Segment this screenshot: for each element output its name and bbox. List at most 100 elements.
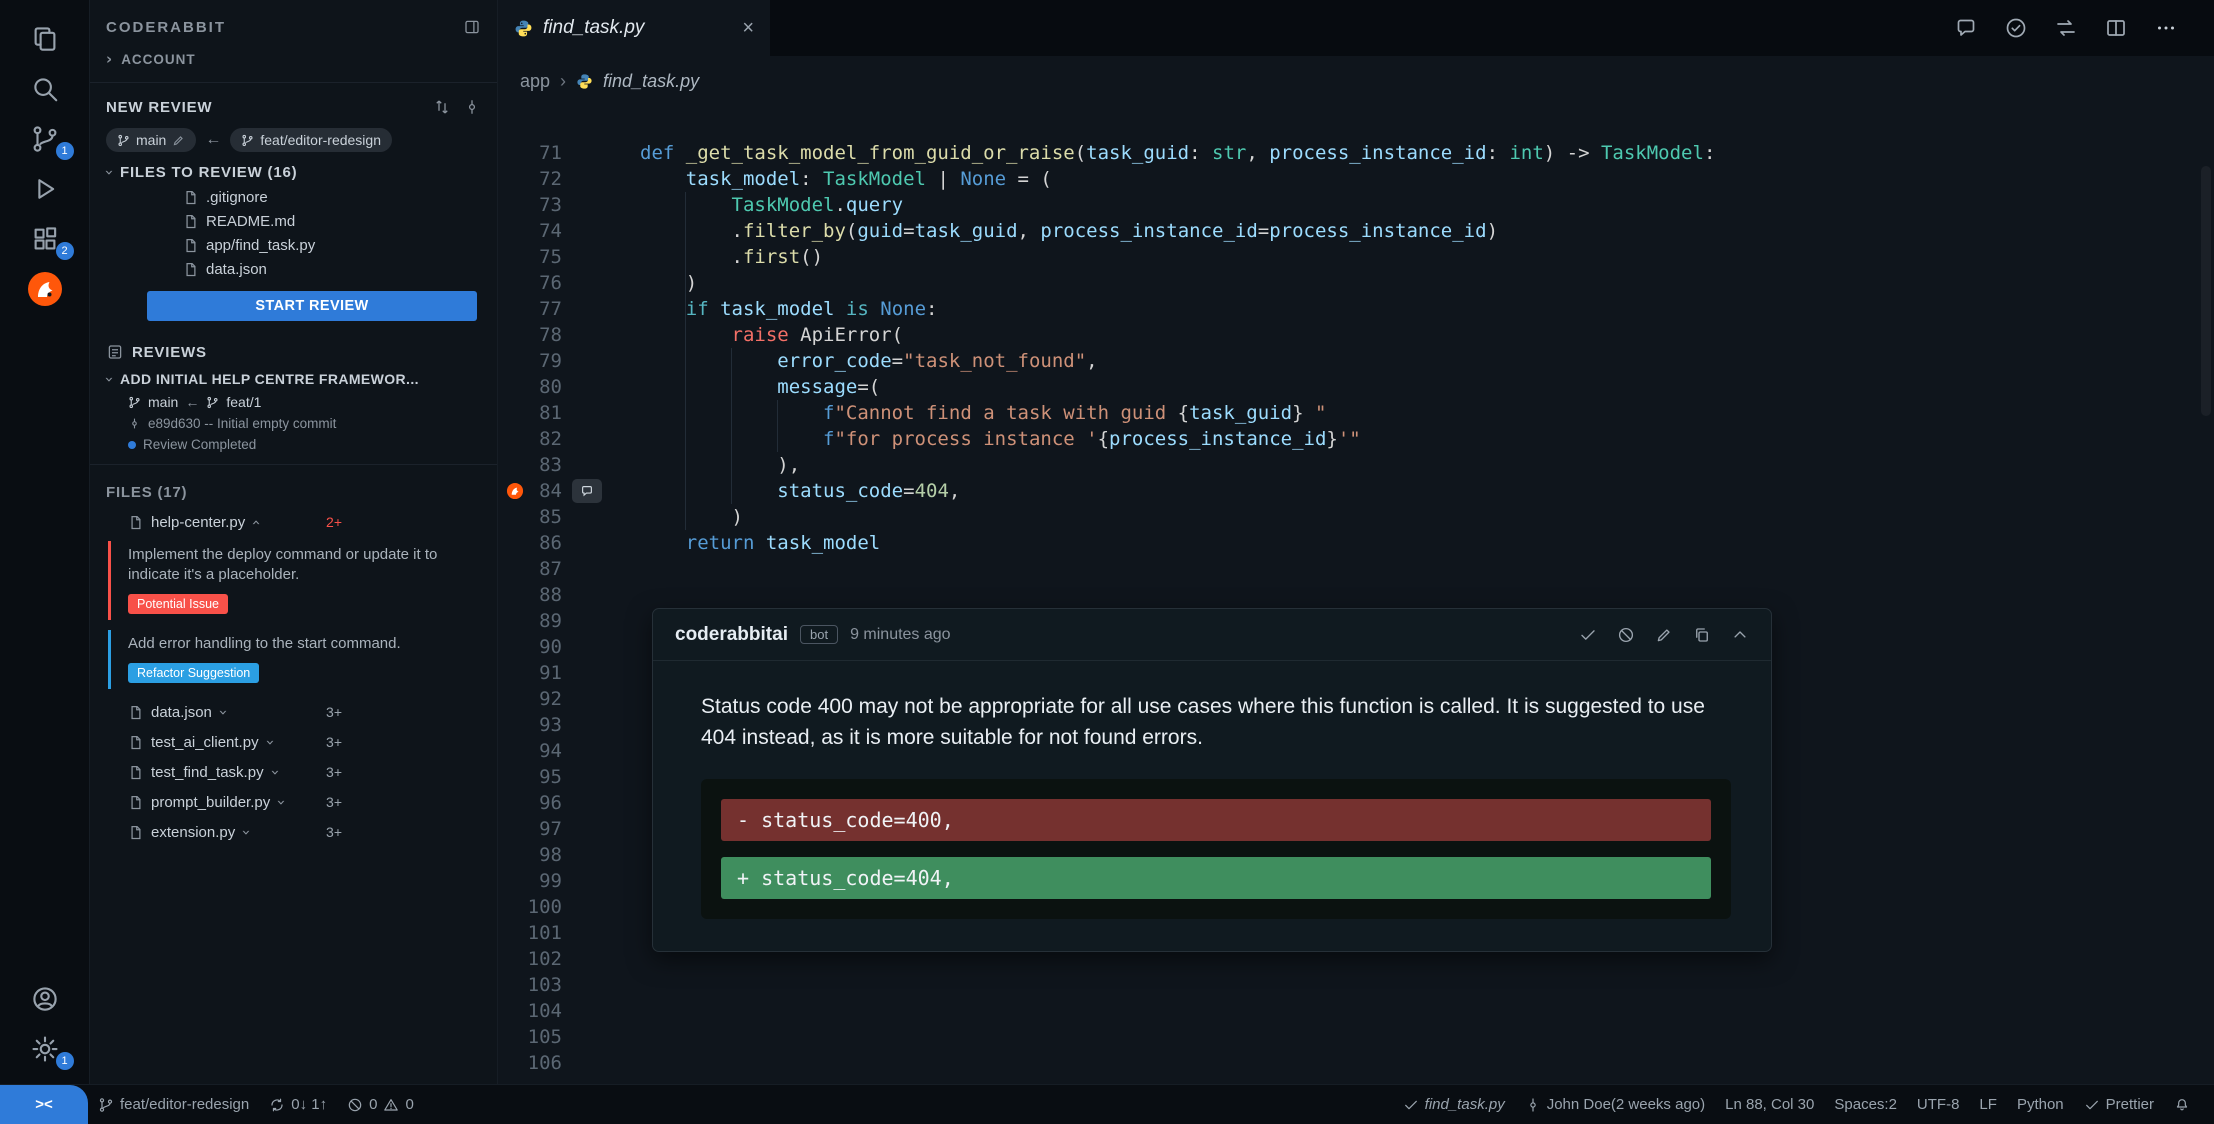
review-file-item[interactable]: .gitignore (90, 185, 497, 209)
gutter[interactable]: 81 (498, 400, 640, 426)
gutter[interactable]: 82 (498, 426, 640, 452)
commit-icon[interactable] (463, 98, 481, 116)
gutter-comment-icon[interactable] (572, 479, 602, 503)
file-row[interactable]: data.json › 3+ (128, 699, 342, 725)
gutter[interactable]: 98 (498, 842, 640, 868)
gutter[interactable]: 86 (498, 530, 640, 556)
gutter[interactable]: 89 (498, 608, 640, 634)
breadcrumb-folder[interactable]: app (520, 71, 550, 92)
gutter[interactable]: 88 (498, 582, 640, 608)
gutter[interactable]: 99 (498, 868, 640, 894)
tab-find-task[interactable]: find_task.py × (498, 0, 770, 56)
ignore-icon[interactable] (1617, 626, 1635, 644)
gutter[interactable]: 83 (498, 452, 640, 478)
copy-icon[interactable] (1693, 626, 1711, 644)
extensions-icon[interactable]: 2 (0, 214, 90, 264)
line-number: 78 (539, 324, 562, 346)
file-comment[interactable]: Add error handling to the start command.… (108, 630, 460, 689)
search-icon[interactable] (0, 64, 90, 114)
breadcrumb[interactable]: app › find_task.py (498, 56, 2214, 106)
account-icon[interactable] (0, 974, 90, 1024)
run-debug-icon[interactable] (0, 164, 90, 214)
gutter[interactable]: 74 (498, 218, 640, 244)
coderabbit-icon[interactable] (0, 264, 90, 314)
review-file-item[interactable]: app/find_task.py (90, 233, 497, 257)
gutter[interactable]: 101 (498, 920, 640, 946)
sync-indicator[interactable]: 0↓ 1↑ (259, 1085, 337, 1124)
gutter[interactable]: 75 (498, 244, 640, 270)
file-comment[interactable]: Implement the deploy command or update i… (108, 541, 460, 620)
gutter[interactable]: 76 (498, 270, 640, 296)
problems-indicator[interactable]: 0 0 (337, 1085, 424, 1124)
branch-indicator[interactable]: feat/editor-redesign (88, 1085, 259, 1124)
language-mode[interactable]: Python (2007, 1085, 2074, 1124)
gutter[interactable]: 87 (498, 556, 640, 582)
files-to-review-header[interactable]: › FILES TO REVIEW (16) (90, 158, 497, 185)
formatter-indicator[interactable]: Prettier (2074, 1085, 2164, 1124)
eol-indicator[interactable]: LF (1969, 1085, 2007, 1124)
base-branch-pill[interactable]: main (106, 128, 197, 152)
resolve-check-icon[interactable] (1579, 626, 1597, 644)
gutter[interactable]: 104 (498, 998, 640, 1024)
explorer-icon[interactable] (0, 14, 90, 64)
gutter[interactable]: 92 (498, 686, 640, 712)
gutter[interactable]: 72 (498, 166, 640, 192)
gutter[interactable]: 84 (498, 478, 640, 504)
target-branch-pill[interactable]: feat/editor-redesign (230, 128, 392, 152)
gutter[interactable]: 73 (498, 192, 640, 218)
gutter[interactable]: 105 (498, 1024, 640, 1050)
gutter[interactable]: 95 (498, 764, 640, 790)
blame-indicator[interactable]: John Doe(2 weeks ago) (1515, 1085, 1715, 1124)
file-check-indicator[interactable]: find_task.py (1393, 1085, 1515, 1124)
review-item-header[interactable]: › ADD INITIAL HELP CENTRE FRAMEWOR... (90, 365, 497, 391)
gutter[interactable]: 106 (498, 1050, 640, 1076)
gutter[interactable]: 78 (498, 322, 640, 348)
review-file-item[interactable]: data.json (90, 257, 497, 281)
cursor-position[interactable]: Ln 88, Col 30 (1715, 1085, 1824, 1124)
start-review-button[interactable]: START REVIEW (147, 291, 477, 321)
remote-indicator[interactable]: >< (0, 1084, 88, 1124)
notifications-bell-icon[interactable] (2164, 1085, 2200, 1124)
review-check-icon[interactable] (2004, 16, 2028, 40)
indentation-indicator[interactable]: Spaces:2 (1824, 1085, 1907, 1124)
edit-branch-icon[interactable] (172, 134, 185, 147)
split-editor-icon[interactable] (2104, 16, 2128, 40)
gutter[interactable]: 103 (498, 972, 640, 998)
gutter[interactable]: 85 (498, 504, 640, 530)
expanded-file-row[interactable]: help-center.py › 2+ (128, 509, 342, 535)
review-file-item[interactable]: README.md (90, 209, 497, 233)
file-row[interactable]: test_find_task.py › 3+ (128, 759, 342, 785)
file-row[interactable]: extension.py › 3+ (128, 819, 342, 845)
settings-gear-icon[interactable]: 1 (0, 1024, 90, 1074)
collapse-chevron-icon[interactable] (1731, 626, 1749, 644)
close-icon[interactable]: × (742, 18, 754, 38)
chevron-down-icon: › (214, 709, 233, 715)
gutter[interactable]: 100 (498, 894, 640, 920)
new-review-label: NEW REVIEW (106, 98, 213, 116)
compare-changes-icon[interactable] (2054, 16, 2078, 40)
gutter[interactable]: 91 (498, 660, 640, 686)
edit-suggestion-icon[interactable] (1655, 626, 1673, 644)
encoding-indicator[interactable]: UTF-8 (1907, 1085, 1970, 1124)
panel-layout-icon[interactable] (463, 18, 481, 36)
gutter[interactable]: 94 (498, 738, 640, 764)
gutter[interactable]: 93 (498, 712, 640, 738)
gutter[interactable]: 80 (498, 374, 640, 400)
comments-icon[interactable] (1954, 16, 1978, 40)
file-row[interactable]: test_ai_client.py › 3+ (128, 729, 342, 755)
swap-branches-icon[interactable] (433, 98, 451, 116)
gutter[interactable]: 102 (498, 946, 640, 972)
source-control-icon[interactable]: 1 (0, 114, 90, 164)
gutter[interactable]: 90 (498, 634, 640, 660)
gutter[interactable]: 77 (498, 296, 640, 322)
line-number: 77 (539, 298, 562, 320)
breadcrumb-file[interactable]: find_task.py (603, 71, 699, 92)
gutter[interactable]: 79 (498, 348, 640, 374)
more-actions-icon[interactable] (2154, 16, 2178, 40)
file-row[interactable]: prompt_builder.py › 3+ (128, 789, 342, 815)
reviews-header[interactable]: REVIEWS (90, 333, 497, 365)
gutter[interactable]: 96 (498, 790, 640, 816)
gutter[interactable]: 71 (498, 140, 640, 166)
account-section-header[interactable]: › ACCOUNT (90, 46, 497, 73)
gutter[interactable]: 97 (498, 816, 640, 842)
